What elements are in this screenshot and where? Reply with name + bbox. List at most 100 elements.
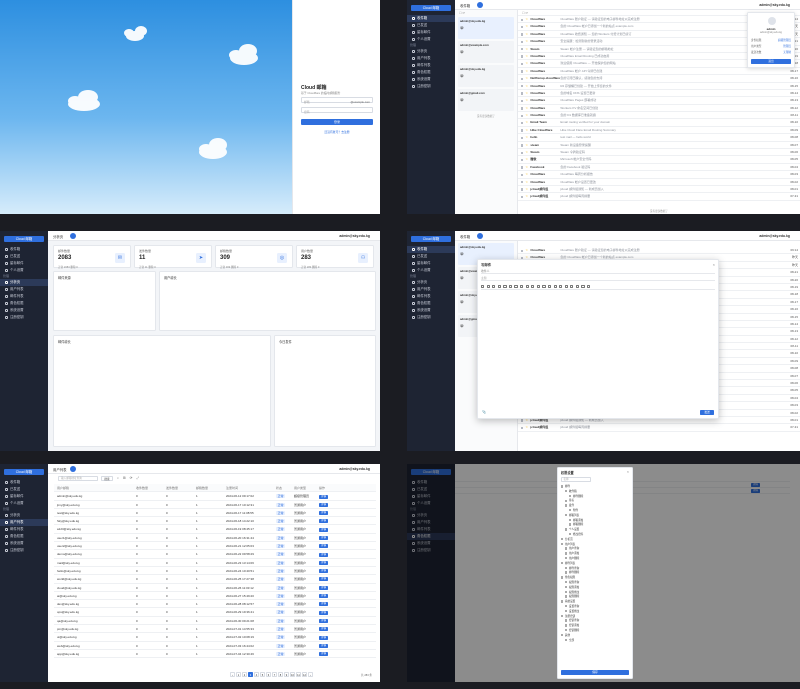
save-button[interactable]: 保存 [561,670,629,675]
close-icon[interactable]: × [627,470,629,474]
current-user[interactable]: admin@sky.edu.kg [339,467,370,471]
sidebar-item-system[interactable]: 系统设置 [0,307,48,314]
sidebar-item-users[interactable]: 用户列表 [407,286,455,293]
mail-checkbox[interactable] [521,151,524,154]
mail-checkbox[interactable] [521,40,524,44]
sidebar-item-sent[interactable]: 已发送 [0,253,48,260]
current-user[interactable]: admin@sky.edu.kg [759,3,790,7]
mail-checkbox[interactable] [521,33,524,36]
strike-icon[interactable] [503,284,507,288]
underline-icon[interactable] [492,284,496,288]
tree-checkbox[interactable] [569,494,572,498]
sidebar-item-inbox[interactable]: 收件箱 [407,15,455,22]
table-tools[interactable]: ⌕ ⊞ ⟳ ⤢ [117,476,141,480]
list-icon[interactable] [531,284,535,288]
table-row[interactable]: hello@sky.edu.kg 0 0 1 2024-06-24 10:40:51 正常… [54,567,376,576]
table-cell[interactable]: 详情 [319,575,376,582]
table-row[interactable]: jimy@sky.edu.kg 0 0 1 2024-06-17 10:12:31 正常 普… [54,501,376,509]
sidebar-item-analytics[interactable]: 分析页 [407,48,455,55]
mail-row[interactable]: ☆hellotest mail — hello world08-08 [518,134,800,142]
table-cell[interactable]: 详情 [319,492,376,499]
tree-checkbox[interactable] [569,518,572,522]
table-row[interactable]: world@sky.edu.kg 0 0 1 2024-06-25 17:27:38 正常… [54,575,376,584]
table-cell[interactable]: 详情 [319,501,376,508]
mail-checkbox[interactable] [521,173,524,177]
align-center-icon[interactable] [520,284,524,288]
tree-checkbox[interactable] [565,619,568,622]
domain-select[interactable]: @example.com [351,100,370,104]
compose-button[interactable] [70,233,76,239]
tree-checkbox[interactable] [565,581,568,584]
sidebar-item-starred[interactable]: 星标邮件 [0,260,48,267]
table-cell[interactable]: 详情 [319,633,376,640]
tree-checkbox[interactable] [561,614,564,618]
mail-checkbox[interactable] [521,195,524,199]
sidebar-item-sent[interactable]: 已发送 [0,486,48,493]
mail-checkbox[interactable] [521,144,524,147]
emoji-icon[interactable] [575,284,580,288]
table-row[interactable]: admin@sky.edu.kg 0 0 1 2024-06-12 09:17:02 正常… [54,492,376,501]
sidebar-item-roles[interactable]: 角色权限 [407,69,455,76]
column-header[interactable]: 发件数量 [166,484,196,491]
page-button[interactable]: 6 [266,672,271,677]
table-cell[interactable]: 详情 [319,525,376,532]
table-cell[interactable]: 详情 [319,617,376,624]
logout-button[interactable]: 退出 [751,59,791,64]
mail-checkbox[interactable] [521,55,524,58]
code-icon[interactable] [570,284,574,288]
sidebar-item-inbox[interactable]: 收件箱 [0,246,48,253]
table-row[interactable]: test@sky.edu.kg 0 0 1 2024-06-17 11:08:55 正常 普… [54,509,376,518]
sidebar-item-mails[interactable]: 邮件列表 [407,62,455,69]
table-row[interactable]: ops@sky.edu.kg 0 0 1 2024-06-29 19:36:41 正常 普通… [54,608,376,617]
tree-checkbox[interactable] [569,509,572,512]
sidebar-item-system[interactable]: 系统设置 [0,540,48,547]
table-row[interactable]: ai@sky.edu.kg 0 0 1 2024-06-27 15:49:20 正常 普通用… [54,592,376,601]
table-cell[interactable]: 详情 [319,608,376,615]
table-row[interactable]: demo@sky.edu.kg 0 0 1 2024-06-22 09:58:29 正常 普… [54,550,376,559]
subject-field[interactable]: 主题 [481,276,715,281]
account-toolbar[interactable]: ☐ ⟳ [455,10,517,15]
account-card[interactable]: admin@gmail.com 😀 [458,89,514,111]
mail-row[interactable]: ☆CloudflareCloudflare Pages 部署成功08-13 [518,97,800,105]
column-header[interactable]: 用户邮箱 [54,484,136,491]
table-row[interactable]: web@sky.edu.kg 0 0 1 2024-07-03 16:44:02 正常 普通… [54,642,376,650]
table-cell[interactable]: 详情 [319,625,376,632]
mail-checkbox[interactable] [521,107,524,110]
mail-checkbox[interactable] [521,99,524,103]
compose-button[interactable] [477,233,483,239]
indent-icon[interactable] [542,284,546,288]
mail-checkbox[interactable] [521,426,524,430]
tree-checkbox[interactable] [565,528,568,531]
sidebar-item-settings[interactable]: 个人设置 [407,267,455,274]
mail-checkbox[interactable] [521,188,524,191]
tree-checkbox[interactable] [565,590,568,594]
current-user[interactable]: admin@sky.edu.kg [759,234,790,238]
table-icon[interactable] [564,284,568,288]
sidebar-item-starred[interactable]: 星标邮件 [407,29,455,36]
tree-checkbox[interactable] [565,547,568,550]
outdent-icon[interactable] [547,284,552,288]
mail-checkbox[interactable] [521,249,524,252]
email-field[interactable]: 邮箱 @example.com [301,97,373,104]
mail-checkbox[interactable] [521,166,524,169]
sidebar-item-users[interactable]: 用户列表 [0,286,48,293]
sidebar-item-settings[interactable]: 个人设置 [0,267,48,274]
sidebar-item-regkey[interactable]: 注册密钥 [0,314,48,321]
mail-row[interactable]: ☆Cloudflare您的 D1 数据库已准备就绪08-11 [518,112,800,120]
next-page-button[interactable]: › [308,672,313,677]
search-input[interactable]: 输入邮箱地址查询 [58,476,98,481]
table-row[interactable]: qa@sky.edu.kg 0 0 1 2024-06-30 09:21:08 正常 普通用… [54,617,376,626]
mail-checkbox[interactable] [521,48,524,51]
page-button[interactable]: 11 [296,672,301,677]
mail-checkbox[interactable] [521,92,524,95]
page-button[interactable]: 3 [248,672,253,677]
table-row[interactable]: user2@sky.edu.kg 0 0 1 2024-06-21 12:05:03 正常… [54,542,376,551]
tree-checkbox[interactable] [561,633,564,637]
mail-row[interactable]: ☆SteamSteam 令牌验证码08-06 [518,149,800,157]
account-card[interactable]: admin@example.com 😀 [458,41,514,63]
table-cell[interactable]: 详情 [319,600,376,607]
table-row[interactable]: user1@sky.edu.kg 0 0 1 2024-06-20 16:31:44 正常… [54,534,376,543]
mail-checkbox[interactable] [521,62,524,66]
mail-row[interactable]: ☆Facebook您的 Facebook 验证码08-04 [518,164,800,172]
sidebar-item-analytics[interactable]: 分析页 [407,279,455,286]
